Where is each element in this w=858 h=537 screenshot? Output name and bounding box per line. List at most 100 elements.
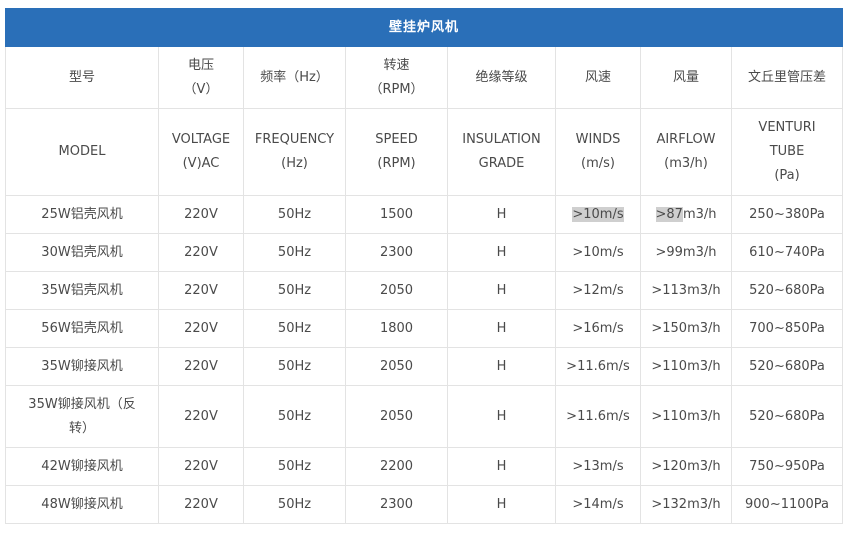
- table-row: 35W铆接风机 220V 50Hz 2050 H >11.6m/s >110m3/h 520~…: [5, 347, 844, 386]
- model-name: 48W铆接风机: [41, 496, 123, 512]
- table-row: 56W铝壳风机 220V 50Hz 1800 H >16m/s >150m3/h 700~85…: [5, 309, 844, 348]
- cell-venturi: 520~680Pa: [730, 347, 844, 386]
- cell-winds: >11.6m/s: [555, 347, 641, 386]
- header-en-label: TUBE: [769, 144, 805, 159]
- cell-frequency: 50Hz: [243, 195, 346, 234]
- header-en-cell: AIRFLOW (m3/h): [640, 108, 732, 196]
- cell-model: 42W铆接风机: [5, 447, 159, 486]
- grade-value: H: [496, 206, 507, 222]
- spec-table-container: 壁挂炉风机 型号 电压 （V） 频率（Hz） 转速 （RPM） 绝缘等级 风速 风量 文丘里管压差…: [4, 8, 844, 524]
- header-en-label: GRADE: [478, 156, 525, 171]
- voltage-value: 220V: [184, 282, 218, 298]
- cell-speed: 2300: [345, 485, 448, 524]
- cell-voltage: 220V: [158, 309, 244, 348]
- frequency-value: 50Hz: [277, 408, 312, 424]
- cell-grade: H: [447, 347, 556, 386]
- header-en-cell: FREQUENCY (Hz): [243, 108, 346, 196]
- cell-frequency: 50Hz: [243, 447, 346, 486]
- header-en-cell: VOLTAGE (V)AC: [158, 108, 244, 196]
- header-cn-label: 风速: [584, 69, 611, 85]
- cell-voltage: 220V: [158, 195, 244, 234]
- header-row-en: MODEL VOLTAGE (V)AC FREQUENCY (Hz) SPEED (RPM)…: [5, 108, 844, 196]
- header-cn-label: 型号: [68, 69, 95, 85]
- model-name: 25W铝壳风机: [41, 206, 123, 222]
- airflow-value: >110m3/h: [651, 408, 721, 424]
- header-en-label: INSULATION: [462, 132, 541, 147]
- model-name-cont: 转）: [68, 420, 95, 436]
- cell-frequency: 50Hz: [243, 309, 346, 348]
- cell-airflow: >110m3/h: [640, 347, 732, 386]
- winds-value: >12m/s: [572, 282, 624, 298]
- cell-grade: H: [447, 233, 556, 272]
- header-en-label: (V)AC: [182, 156, 220, 171]
- venturi-value: 700~850Pa: [749, 320, 825, 336]
- header-en-cell: SPEED (RPM): [345, 108, 448, 196]
- cell-model: 25W铝壳风机: [5, 195, 159, 234]
- cell-venturi: 750~950Pa: [730, 447, 844, 486]
- cell-model: 30W铝壳风机: [5, 233, 159, 272]
- header-en-cell: MODEL: [5, 108, 159, 196]
- model-name: 35W铆接风机: [41, 358, 123, 374]
- header-cn-unit: （RPM）: [369, 81, 424, 97]
- header-en-label: VOLTAGE: [171, 132, 231, 147]
- voltage-value: 220V: [184, 320, 218, 336]
- header-cn-unit: （V）: [183, 81, 219, 97]
- winds-value: >13m/s: [572, 458, 624, 474]
- table-row: 30W铝壳风机 220V 50Hz 2300 H >10m/s >99m3/h 610~740…: [5, 233, 844, 272]
- grade-value: H: [496, 282, 507, 298]
- cell-frequency: 50Hz: [243, 271, 346, 310]
- cell-voltage: 220V: [158, 385, 244, 448]
- cell-grade: H: [447, 271, 556, 310]
- cell-speed: 1800: [345, 309, 448, 348]
- spec-table: 壁挂炉风机 型号 电压 （V） 频率（Hz） 转速 （RPM） 绝缘等级 风速 风量 文丘里管压差…: [4, 8, 844, 524]
- cell-speed: 2050: [345, 385, 448, 448]
- header-cn-label: 频率（Hz）: [260, 69, 329, 85]
- header-en-cell: VENTURI TUBE (Pa): [730, 108, 844, 196]
- grade-value: H: [496, 358, 507, 374]
- cell-airflow: >99m3/h: [640, 233, 732, 272]
- table-row: 42W铆接风机 220V 50Hz 2200 H >13m/s >120m3/h 750~95…: [5, 447, 844, 486]
- cell-grade: H: [447, 385, 556, 448]
- model-name: 56W铝壳风机: [41, 320, 123, 336]
- header-en-label: (m3/h): [664, 156, 708, 171]
- cell-model: 48W铆接风机: [5, 485, 159, 524]
- voltage-value: 220V: [184, 206, 218, 222]
- model-name: 42W铆接风机: [41, 458, 123, 474]
- airflow-value: >113m3/h: [651, 282, 721, 298]
- cell-venturi: 610~740Pa: [730, 233, 844, 272]
- header-en-label: (RPM): [377, 156, 416, 171]
- winds-value: >11.6m/s: [566, 408, 630, 424]
- cell-winds: >10m/s: [555, 233, 641, 272]
- cell-frequency: 50Hz: [243, 233, 346, 272]
- cell-winds: >16m/s: [555, 309, 641, 348]
- cell-voltage: 220V: [158, 233, 244, 272]
- table-title: 壁挂炉风机: [4, 8, 844, 47]
- frequency-value: 50Hz: [277, 206, 312, 222]
- cell-voltage: 220V: [158, 271, 244, 310]
- header-cn-label: 电压: [187, 57, 214, 73]
- cell-frequency: 50Hz: [243, 485, 346, 524]
- table-row: 35W铆接风机（反 转） 220V 50Hz 2050 H >11.6m/s >110m3/h…: [5, 385, 844, 448]
- cell-model: 35W铝壳风机: [5, 271, 159, 310]
- header-cn-label: 文丘里管压差: [748, 69, 827, 85]
- frequency-value: 50Hz: [277, 282, 312, 298]
- cell-venturi: 900~1100Pa: [730, 485, 844, 524]
- venturi-value: 520~680Pa: [749, 282, 825, 298]
- voltage-value: 220V: [184, 244, 218, 260]
- header-en-label: MODEL: [58, 144, 106, 159]
- airflow-value: >132m3/h: [651, 496, 721, 512]
- voltage-value: 220V: [184, 408, 218, 424]
- table-row: 25W铝壳风机 220V 50Hz 1500 H >10m/s >87m3/h 250~380…: [5, 195, 844, 234]
- header-en-cell: WINDS (m/s): [555, 108, 641, 196]
- speed-value: 2300: [379, 244, 414, 260]
- grade-value: H: [496, 244, 507, 260]
- cell-speed: 2200: [345, 447, 448, 486]
- cell-winds: >11.6m/s: [555, 385, 641, 448]
- header-cn-cell: 风速: [555, 46, 641, 109]
- cell-frequency: 50Hz: [243, 385, 346, 448]
- cell-model: 56W铝壳风机: [5, 309, 159, 348]
- model-name: 35W铆接风机（反: [28, 396, 136, 412]
- airflow-value: >99m3/h: [655, 244, 717, 260]
- cell-venturi: 700~850Pa: [730, 309, 844, 348]
- cell-winds: >14m/s: [555, 485, 641, 524]
